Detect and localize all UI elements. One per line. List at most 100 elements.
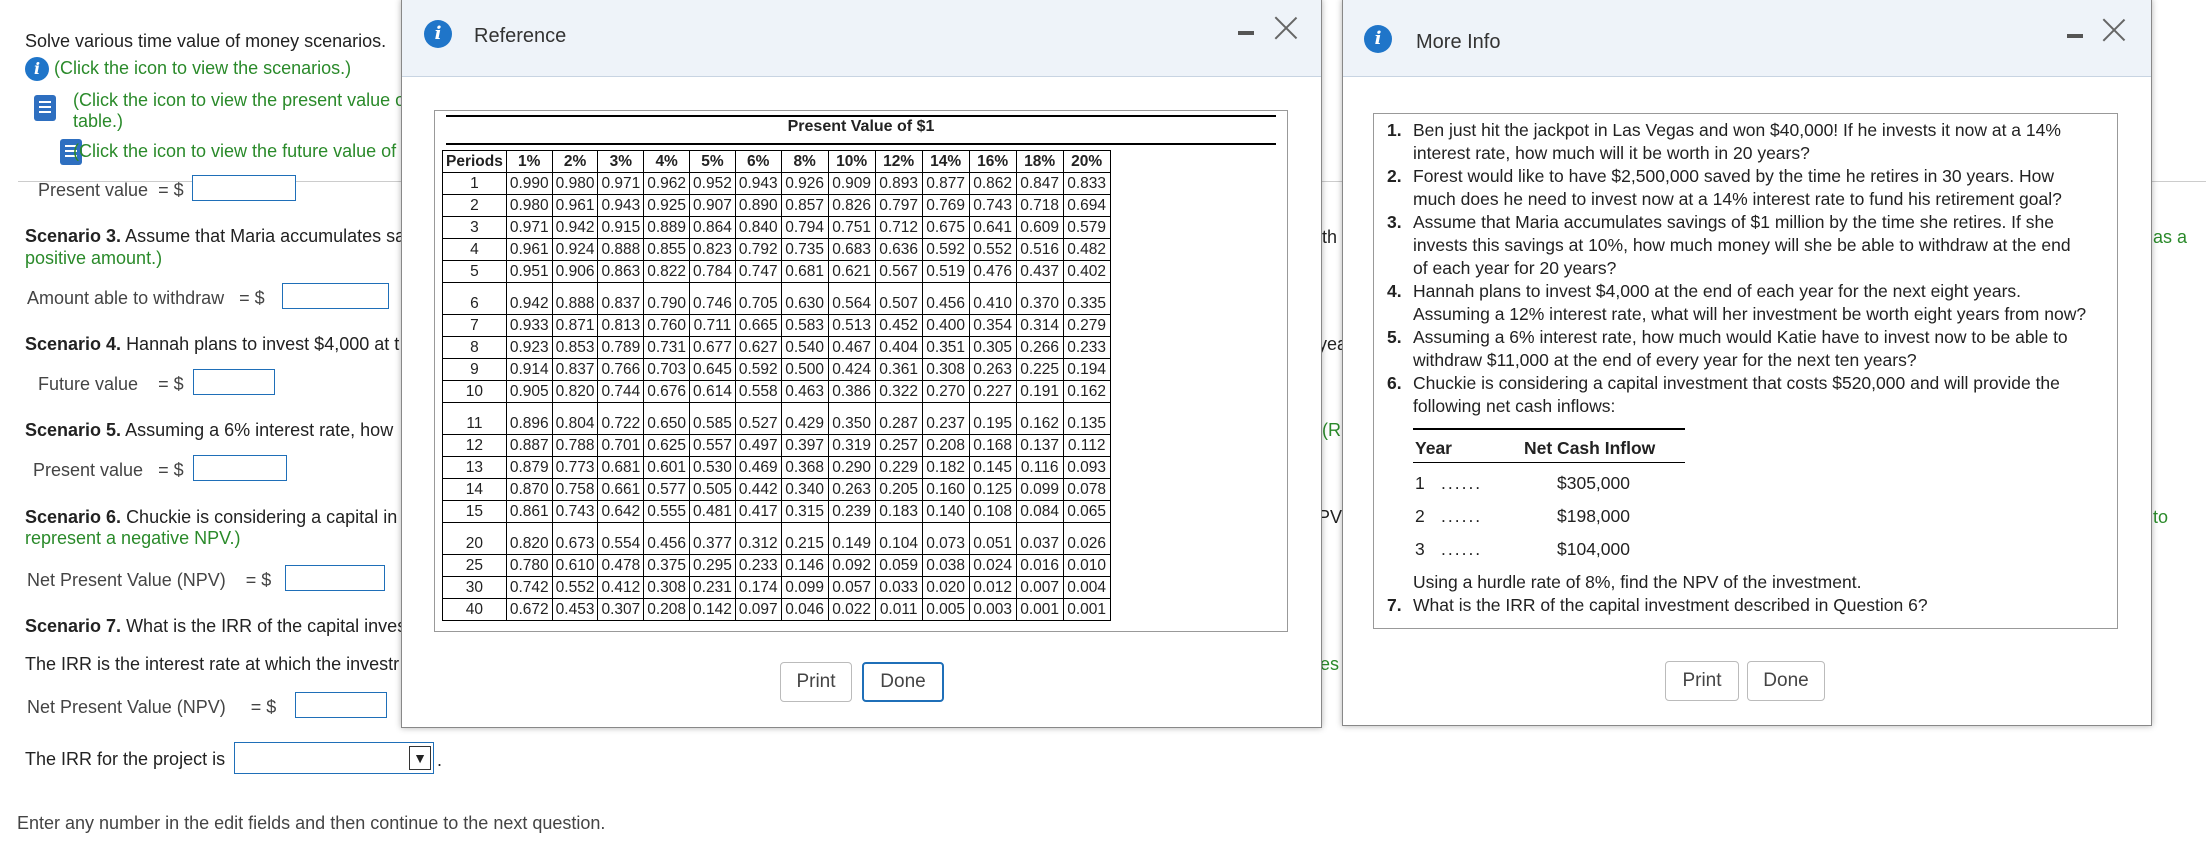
- npv-input[interactable]: [285, 565, 385, 591]
- table-cell: 0.554: [597, 522, 645, 555]
- present-value-input-2[interactable]: [193, 455, 287, 481]
- present-value-table-link[interactable]: (Click the icon to view the present valu…: [73, 90, 435, 132]
- scenario7-text: Scenario 7. What is the IRR of the capit…: [25, 616, 407, 636]
- table-cell: 0.149: [827, 522, 876, 555]
- table-row: 30 0.742 0.552 0.412 0.308 0.231 0.174 0.099 0.0…: [442, 576, 1111, 599]
- print-button[interactable]: Print: [1665, 661, 1739, 701]
- table-cell: 0.001: [1015, 598, 1064, 621]
- table-cell: 0.519: [921, 260, 970, 283]
- item-number: 7.: [1387, 595, 1402, 615]
- npv-label: Net Present Value (NPV) = $: [27, 570, 272, 590]
- future-value-table-link[interactable]: (Click the icon to view the future value…: [73, 141, 421, 162]
- table-cell: 0.003: [968, 598, 1017, 621]
- dropdown-arrow-icon[interactable]: ▼: [409, 746, 431, 770]
- period-cell: 2: [442, 194, 507, 217]
- close-icon[interactable]: [1273, 15, 1299, 41]
- book-icon[interactable]: [34, 95, 56, 121]
- table-cell: 0.001: [1062, 598, 1111, 621]
- table-cell: 0.239: [827, 500, 876, 523]
- table-row: 4 0.961 0.924 0.888 0.855 0.823 0.792 0.735 0.68…: [442, 238, 1111, 261]
- table-cell: 0.665: [734, 314, 782, 337]
- table-cell: 0.140: [921, 500, 970, 523]
- table-cell: 0.747: [734, 260, 782, 283]
- close-icon[interactable]: [2101, 17, 2127, 43]
- table-cell: 0.182: [921, 456, 970, 479]
- future-value-input[interactable]: [193, 369, 275, 395]
- table-cell: 0.279: [1062, 314, 1111, 337]
- period: .: [437, 750, 443, 770]
- period-cell: 6: [442, 282, 507, 315]
- done-button[interactable]: Done: [862, 662, 944, 702]
- table-cell: 0.676: [643, 380, 691, 403]
- table-cell: 0.215: [780, 522, 829, 555]
- table-cell: 0.104: [874, 522, 923, 555]
- table-cell: 0.424: [827, 358, 876, 381]
- table-cell: 0.540: [780, 336, 829, 359]
- table-cell: 0.125: [968, 478, 1017, 501]
- table-cell: 0.625: [643, 434, 691, 457]
- present-value-input[interactable]: [192, 175, 296, 201]
- table-cell: 0.610: [551, 554, 599, 577]
- period-cell: 8: [442, 336, 507, 359]
- table-cell: 0.905: [505, 380, 553, 403]
- table-cell: 0.694: [1062, 194, 1111, 217]
- table-cell: 0.290: [827, 456, 876, 479]
- leader-dots: ......: [1441, 473, 1483, 493]
- table-cell: 0.888: [597, 238, 645, 261]
- table-cell: 0.766: [597, 358, 645, 381]
- minimize-icon[interactable]: [1238, 31, 1254, 35]
- present-value-label-2: Present value = $: [33, 460, 184, 480]
- table-cell: 0.116: [1015, 456, 1064, 479]
- dialog-title: Reference: [474, 25, 567, 47]
- table-cell: 0.507: [874, 282, 923, 315]
- rate-header: 18%: [1015, 150, 1064, 173]
- table-cell: 0.743: [551, 500, 599, 523]
- table-cell: 0.007: [1015, 576, 1064, 599]
- rate-header: 16%: [968, 150, 1017, 173]
- info-icon[interactable]: i: [25, 57, 49, 81]
- table-cell: 0.943: [597, 194, 645, 217]
- item-text: much does he need to invest now at a 14%…: [1413, 189, 2062, 209]
- table-cell: 0.195: [968, 402, 1017, 435]
- table-cell: 0.307: [597, 598, 645, 621]
- table-cell: 0.295: [689, 554, 736, 577]
- peek-text: (R: [1322, 420, 1341, 440]
- irr-select[interactable]: ▼: [234, 742, 434, 774]
- table-cell: 0.780: [505, 554, 553, 577]
- table-cell: 0.942: [505, 282, 553, 315]
- table-cell: 0.237: [921, 402, 970, 435]
- table-cell: 0.011: [874, 598, 923, 621]
- npv-label-2: Net Present Value (NPV) = $: [27, 697, 277, 717]
- done-button[interactable]: Done: [1747, 661, 1825, 701]
- scenario6-text: Scenario 6. Chuckie is considering a cap…: [25, 507, 398, 527]
- npv-input-2[interactable]: [295, 692, 387, 718]
- period-cell: 14: [442, 478, 507, 501]
- table-cell: 0.924: [551, 238, 599, 261]
- irr-label: The IRR for the project is: [25, 749, 226, 769]
- table-cell: 0.820: [551, 380, 599, 403]
- table-cell: 0.010: [1062, 554, 1111, 577]
- table-cell: 0.840: [734, 216, 782, 239]
- table-cell: 0.335: [1062, 282, 1111, 315]
- table-row: 11 0.896 0.804 0.722 0.650 0.585 0.527 0.429 0.3…: [442, 402, 1111, 435]
- table-cell: 0.038: [921, 554, 970, 577]
- table-cell: 0.467: [827, 336, 876, 359]
- table-cell: 0.558: [734, 380, 782, 403]
- minimize-icon[interactable]: [2067, 34, 2083, 38]
- table-cell: 0.564: [827, 282, 876, 315]
- scenarios-link[interactable]: i (Click the icon to view the scenarios.…: [25, 57, 351, 81]
- table-cell: 0.890: [734, 194, 782, 217]
- table-cell: 0.527: [734, 402, 782, 435]
- table-cell: 0.093: [1062, 456, 1111, 479]
- table-cell: 0.456: [921, 282, 970, 315]
- table-cell: 0.377: [689, 522, 736, 555]
- table-cell: 0.368: [780, 456, 829, 479]
- table-cell: 0.476: [968, 260, 1017, 283]
- table-cell: 0.051: [968, 522, 1017, 555]
- hurdle-text: Using a hurdle rate of 8%, find the NPV …: [1413, 572, 1862, 592]
- print-button[interactable]: Print: [780, 662, 852, 702]
- amount-withdraw-input[interactable]: [282, 283, 389, 309]
- period-cell: 40: [442, 598, 507, 621]
- table-cell: 0.609: [1015, 216, 1064, 239]
- table-cell: 0.145: [968, 456, 1017, 479]
